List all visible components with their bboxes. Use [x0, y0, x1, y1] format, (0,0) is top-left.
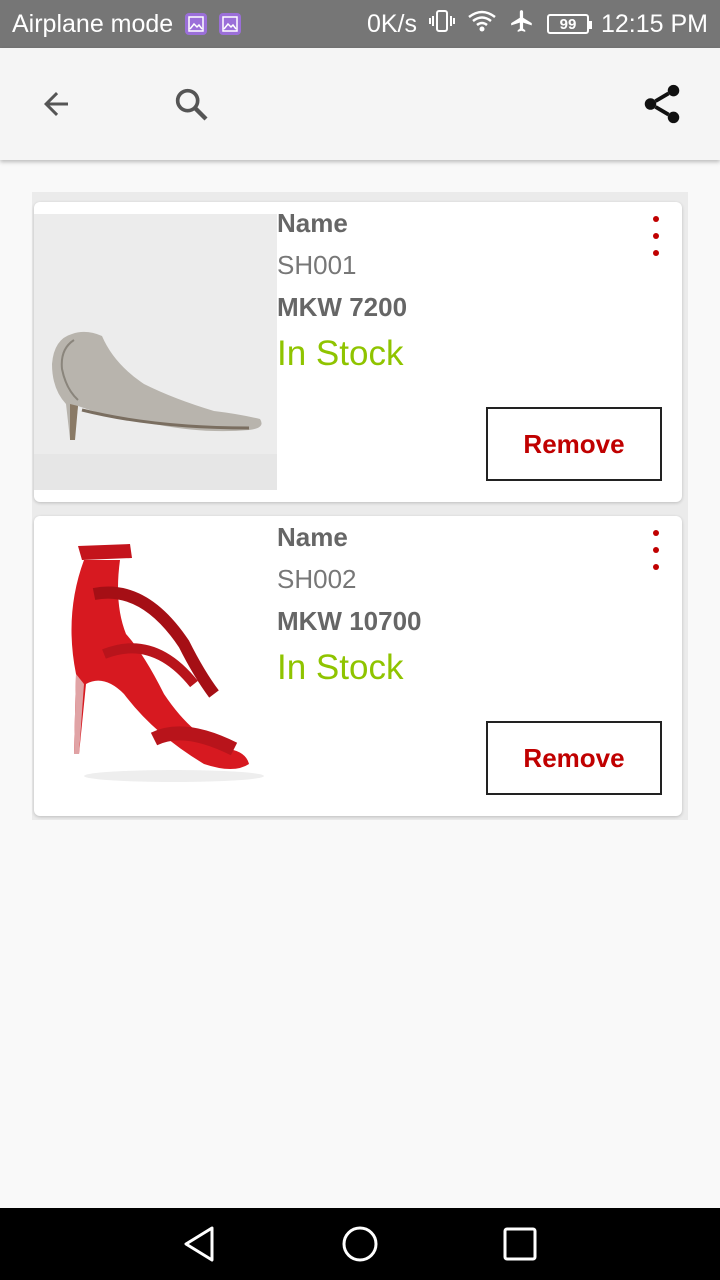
more-options-icon[interactable]	[644, 216, 668, 256]
remove-button[interactable]: Remove	[486, 721, 662, 795]
product-image[interactable]	[34, 214, 277, 490]
stock-status: In Stock	[277, 648, 404, 687]
search-icon[interactable]	[163, 76, 219, 132]
battery-icon: 99	[546, 14, 592, 34]
product-price: MKW 7200	[277, 292, 408, 322]
back-arrow-icon[interactable]	[28, 76, 84, 132]
gallery-notification-icon	[185, 13, 208, 35]
name-label: Name	[277, 208, 348, 238]
home-circle-icon[interactable]	[340, 1224, 380, 1264]
status-left: Airplane mode	[12, 9, 242, 39]
airplane-mode-label: Airplane mode	[12, 9, 174, 38]
system-nav-bar	[0, 1208, 720, 1280]
product-code: SH002	[277, 564, 357, 594]
clock: 12:15 PM	[600, 9, 708, 38]
product-code: SH001	[277, 250, 357, 280]
list-item[interactable]: Name SH001 MKW 7200 In Stock Remove	[34, 202, 682, 502]
back-triangle-icon[interactable]	[180, 1224, 220, 1264]
name-label: Name	[277, 522, 348, 552]
list-item[interactable]: Name SH002 MKW 10700 In Stock Remove	[34, 516, 682, 816]
gallery-notification-icon	[219, 13, 242, 35]
app-bar	[0, 48, 720, 160]
remove-button[interactable]: Remove	[486, 407, 662, 481]
status-right: 0K/s 99 12:15 PM	[367, 8, 708, 41]
stock-status: In Stock	[277, 334, 404, 373]
wifi-icon	[467, 9, 497, 40]
more-options-icon[interactable]	[644, 530, 668, 570]
share-icon[interactable]	[634, 76, 690, 132]
product-image[interactable]	[34, 524, 277, 800]
product-price: MKW 10700	[277, 606, 422, 636]
airplane-icon	[509, 8, 535, 41]
cart-list: Name SH001 MKW 7200 In Stock Remove Name…	[32, 192, 688, 820]
recents-square-icon[interactable]	[500, 1224, 540, 1264]
vibrate-icon	[428, 9, 455, 40]
status-bar: Airplane mode 0K/s 99 12:15 PM	[0, 0, 720, 48]
battery-level: 99	[559, 15, 577, 33]
network-speed: 0K/s	[366, 9, 417, 38]
